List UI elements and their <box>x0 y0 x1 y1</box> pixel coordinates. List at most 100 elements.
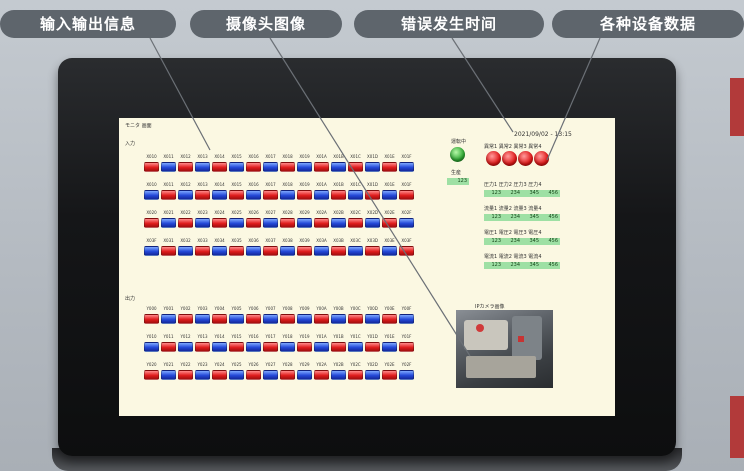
output-bit-button[interactable] <box>348 342 363 352</box>
input-bit-button[interactable] <box>297 190 312 200</box>
input-bit-button[interactable] <box>229 162 244 172</box>
input-bit-button[interactable] <box>178 246 193 256</box>
input-bit-button[interactable] <box>161 218 176 228</box>
output-bit-button[interactable] <box>178 370 193 380</box>
output-bit-button[interactable] <box>263 370 278 380</box>
input-bit-button[interactable] <box>348 246 363 256</box>
input-bit-button[interactable] <box>178 190 193 200</box>
input-bit-button[interactable] <box>331 190 346 200</box>
input-bit-button[interactable] <box>195 218 210 228</box>
output-bit-button[interactable] <box>195 314 210 324</box>
input-bit-button[interactable] <box>382 162 397 172</box>
output-bit-button[interactable] <box>365 370 380 380</box>
output-bit-button[interactable] <box>297 342 312 352</box>
output-bit-button[interactable] <box>263 314 278 324</box>
input-bit-button[interactable] <box>348 162 363 172</box>
input-bit-button[interactable] <box>280 246 295 256</box>
input-bit-button[interactable] <box>382 218 397 228</box>
output-bit-button[interactable] <box>212 342 227 352</box>
input-bit-button[interactable] <box>297 162 312 172</box>
output-bit-button[interactable] <box>212 370 227 380</box>
input-bit-button[interactable] <box>229 246 244 256</box>
input-bit-button[interactable] <box>399 218 414 228</box>
input-bit-button[interactable] <box>212 246 227 256</box>
output-bit-button[interactable] <box>382 370 397 380</box>
input-bit-button[interactable] <box>246 246 261 256</box>
output-bit-button[interactable] <box>144 342 159 352</box>
input-bit-button[interactable] <box>348 218 363 228</box>
input-bit-button[interactable] <box>144 162 159 172</box>
output-bit-button[interactable] <box>212 314 227 324</box>
input-bit-button[interactable] <box>144 190 159 200</box>
output-bit-button[interactable] <box>348 370 363 380</box>
output-bit-button[interactable] <box>263 342 278 352</box>
input-bit-button[interactable] <box>297 218 312 228</box>
input-bit-button[interactable] <box>263 190 278 200</box>
output-bit-button[interactable] <box>161 342 176 352</box>
input-bit-button[interactable] <box>195 162 210 172</box>
input-bit-button[interactable] <box>161 162 176 172</box>
output-bit-button[interactable] <box>280 370 295 380</box>
output-bit-button[interactable] <box>246 370 261 380</box>
output-bit-button[interactable] <box>246 314 261 324</box>
output-bit-button[interactable] <box>348 314 363 324</box>
input-bit-button[interactable] <box>365 246 380 256</box>
input-bit-button[interactable] <box>382 246 397 256</box>
input-bit-button[interactable] <box>144 246 159 256</box>
output-bit-button[interactable] <box>314 342 329 352</box>
output-bit-button[interactable] <box>365 314 380 324</box>
input-bit-button[interactable] <box>331 218 346 228</box>
output-bit-button[interactable] <box>297 370 312 380</box>
output-bit-button[interactable] <box>246 342 261 352</box>
input-bit-button[interactable] <box>365 162 380 172</box>
output-bit-button[interactable] <box>382 342 397 352</box>
input-bit-button[interactable] <box>229 190 244 200</box>
output-bit-button[interactable] <box>144 370 159 380</box>
input-bit-button[interactable] <box>280 218 295 228</box>
output-bit-button[interactable] <box>144 314 159 324</box>
input-bit-button[interactable] <box>246 162 261 172</box>
output-bit-button[interactable] <box>314 314 329 324</box>
input-bit-button[interactable] <box>331 162 346 172</box>
input-bit-button[interactable] <box>246 218 261 228</box>
output-bit-button[interactable] <box>229 370 244 380</box>
input-bit-button[interactable] <box>314 246 329 256</box>
output-bit-button[interactable] <box>195 342 210 352</box>
input-bit-button[interactable] <box>297 246 312 256</box>
input-bit-button[interactable] <box>195 190 210 200</box>
input-bit-button[interactable] <box>161 190 176 200</box>
output-bit-button[interactable] <box>331 342 346 352</box>
input-bit-button[interactable] <box>314 162 329 172</box>
input-bit-button[interactable] <box>280 190 295 200</box>
output-bit-button[interactable] <box>195 370 210 380</box>
input-bit-button[interactable] <box>212 218 227 228</box>
output-bit-button[interactable] <box>161 314 176 324</box>
input-bit-button[interactable] <box>382 190 397 200</box>
input-bit-button[interactable] <box>314 190 329 200</box>
input-bit-button[interactable] <box>144 218 159 228</box>
output-bit-button[interactable] <box>382 314 397 324</box>
input-bit-button[interactable] <box>178 218 193 228</box>
input-bit-button[interactable] <box>263 246 278 256</box>
input-bit-button[interactable] <box>263 218 278 228</box>
input-bit-button[interactable] <box>348 190 363 200</box>
input-bit-button[interactable] <box>331 246 346 256</box>
input-bit-button[interactable] <box>399 246 414 256</box>
input-bit-button[interactable] <box>365 190 380 200</box>
input-bit-button[interactable] <box>178 162 193 172</box>
input-bit-button[interactable] <box>246 190 261 200</box>
input-bit-button[interactable] <box>365 218 380 228</box>
output-bit-button[interactable] <box>280 314 295 324</box>
input-bit-button[interactable] <box>161 246 176 256</box>
output-bit-button[interactable] <box>314 370 329 380</box>
input-bit-button[interactable] <box>195 246 210 256</box>
output-bit-button[interactable] <box>161 370 176 380</box>
output-bit-button[interactable] <box>399 342 414 352</box>
input-bit-button[interactable] <box>212 190 227 200</box>
input-bit-button[interactable] <box>314 218 329 228</box>
output-bit-button[interactable] <box>280 342 295 352</box>
output-bit-button[interactable] <box>178 342 193 352</box>
input-bit-button[interactable] <box>229 218 244 228</box>
output-bit-button[interactable] <box>331 314 346 324</box>
output-bit-button[interactable] <box>399 314 414 324</box>
